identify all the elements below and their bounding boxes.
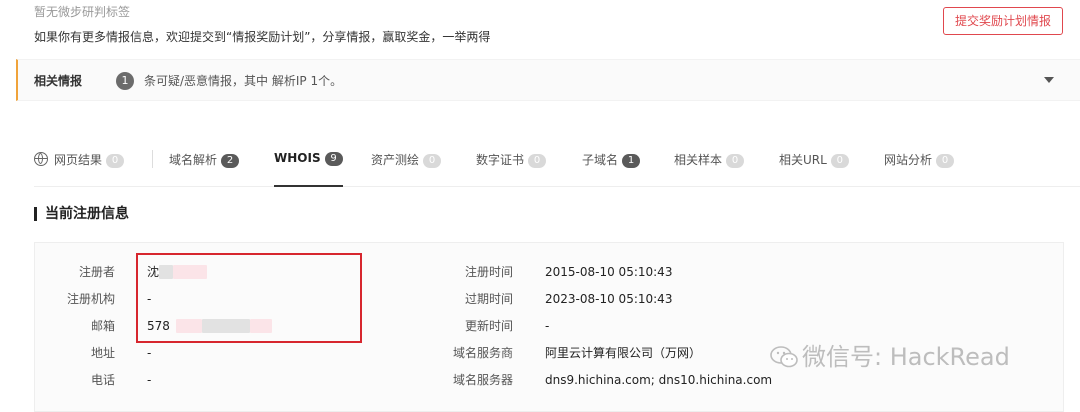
phone-value: -	[147, 373, 152, 387]
related-intel-bar[interactable]: 相关情报 1 条可疑/恶意情报，其中 解析IP 1个。	[16, 59, 1080, 101]
tab-subdomains[interactable]: 子域名 1	[582, 151, 641, 185]
registrant-label: 注册者	[78, 265, 115, 279]
expire-time-row: 过期时间 2023-08-10 05:10:43	[433, 290, 1053, 308]
name-servers-value: dns9.hichina.com; dns10.hichina.com	[545, 373, 773, 387]
highlight-box	[136, 253, 362, 343]
tab-count-badge: 1	[622, 154, 641, 168]
related-intel-summary: 条可疑/恶意情报，其中 解析IP 1个。	[144, 74, 343, 88]
tab-label: 数字证书	[476, 153, 525, 167]
tab-label: 网站分析	[884, 153, 933, 167]
globe-icon	[34, 152, 48, 166]
tab-label: 子域名	[582, 153, 619, 167]
tab-count-badge: 9	[324, 152, 343, 166]
submit-intel-button[interactable]: 提交奖励计划情报	[943, 7, 1063, 35]
registrar-org-label: 注册机构	[66, 292, 115, 306]
updated-time-row: 更新时间 -	[433, 317, 1053, 335]
registered-time-label: 注册时间	[464, 265, 513, 279]
tab-count-badge: 0	[830, 154, 849, 168]
name-servers-label: 域名服务器	[452, 373, 513, 387]
tab-certificates[interactable]: 数字证书 0	[476, 151, 547, 185]
watermark-text: 微信号: HackRead	[802, 343, 1010, 371]
expire-time-label: 过期时间	[464, 292, 513, 306]
updated-time-value: -	[545, 319, 550, 333]
phone-row: 电话 -	[35, 371, 435, 389]
tab-related-samples[interactable]: 相关样本 0	[674, 151, 745, 185]
registrar-label: 域名服务商	[452, 346, 513, 360]
wechat-icon	[770, 346, 798, 368]
tab-label: 相关URL	[779, 153, 827, 167]
registrar-value: 阿里云计算有限公司（万网）	[545, 346, 702, 360]
tag-empty-text: 暂无微步研判标签	[34, 5, 131, 19]
registered-time-value: 2015-08-10 05:10:43	[545, 265, 673, 279]
address-label: 地址	[90, 346, 115, 360]
watermark: 微信号: HackRead	[770, 337, 1010, 372]
tab-count-badge: 0	[423, 154, 442, 168]
registered-time-row: 注册时间 2015-08-10 05:10:43	[433, 263, 1053, 281]
name-servers-row: 域名服务器 dns9.hichina.com; dns10.hichina.co…	[433, 371, 1053, 389]
tab-divider	[152, 150, 153, 168]
address-value: -	[147, 346, 152, 360]
tab-label: 资产测绘	[371, 153, 420, 167]
tab-label: 网页结果	[54, 153, 103, 167]
tab-whois[interactable]: WHOIS 9	[274, 151, 343, 187]
tab-web-results[interactable]: 网页结果 0	[34, 151, 125, 185]
tab-bar: 网页结果 0 域名解析 2 WHOIS 9 资产测绘 0 数字证书 0 子域名 1 相关样本…	[34, 140, 1080, 187]
tab-site-analysis[interactable]: 网站分析 0	[884, 151, 955, 185]
phone-label: 电话	[90, 373, 115, 387]
top-note: 暂无微步研判标签 如果你有更多情报信息，欢迎提交到“情报奖励计划”，分享情报，赢…	[34, 4, 490, 46]
tab-asset-mapping[interactable]: 资产测绘 0	[371, 151, 442, 185]
related-intel-title: 相关情报	[34, 74, 83, 88]
tab-count-badge: 2	[221, 154, 240, 168]
updated-time-label: 更新时间	[464, 319, 513, 333]
tab-count-badge: 0	[528, 154, 547, 168]
related-intel-count-badge: 1	[116, 72, 134, 90]
invite-text: 如果你有更多情报信息，欢迎提交到“情报奖励计划”，分享情报，赢取奖金，一举两得	[34, 30, 491, 44]
tab-count-badge: 0	[726, 154, 745, 168]
tab-label: 相关样本	[674, 153, 723, 167]
section-title: 当前注册信息	[34, 207, 129, 221]
tab-related-url[interactable]: 相关URL 0	[779, 151, 849, 185]
chevron-down-icon[interactable]	[1044, 77, 1054, 83]
tab-label: WHOIS	[274, 151, 321, 165]
expire-time-value: 2023-08-10 05:10:43	[545, 292, 673, 306]
address-row: 地址 -	[35, 344, 435, 362]
tab-dns-resolution[interactable]: 域名解析 2	[169, 151, 240, 185]
tab-label: 域名解析	[169, 153, 218, 167]
tab-count-badge: 0	[106, 154, 125, 168]
email-label: 邮箱	[90, 319, 115, 333]
tab-count-badge: 0	[936, 154, 955, 168]
